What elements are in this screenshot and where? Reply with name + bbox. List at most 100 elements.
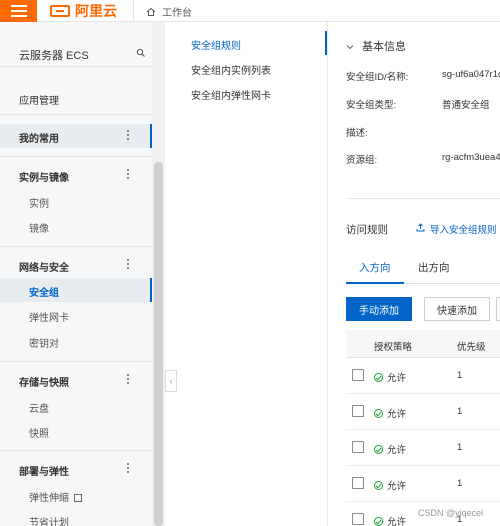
more-icon[interactable]	[126, 169, 130, 181]
menu-icon[interactable]	[0, 0, 37, 22]
active-tab-underline	[346, 282, 404, 284]
sidebar-item-label: 镜像	[29, 224, 49, 235]
import-rules-link[interactable]: 导入安全组规则	[416, 222, 497, 236]
sidebar-title: 云服务器 ECS	[19, 50, 89, 62]
check-circle-icon	[374, 516, 383, 526]
sidebar-item-label: 云盘	[29, 404, 49, 415]
aliyun-logo-mark-icon	[50, 5, 70, 17]
sidebar-group-favorites[interactable]: 我的常用	[0, 124, 152, 148]
subnav-item-instances[interactable]: 安全组内实例列表	[191, 62, 271, 77]
sidebar-item-security-groups[interactable]: 安全组	[0, 278, 152, 302]
sidebar-item-key-pairs[interactable]: 密钥对	[0, 329, 152, 353]
policy-cell: 允许	[374, 514, 406, 526]
sidebar-group-deployment-elasticity[interactable]: 部署与弹性	[0, 457, 152, 481]
sidebar-item-snapshots[interactable]: 快照	[0, 419, 152, 443]
policy-cell: 允许	[374, 478, 406, 492]
sidebar-item-eni[interactable]: 弹性网卡	[0, 303, 152, 327]
collapse-sidebar-button[interactable]: ‹	[165, 370, 177, 392]
column-header-policy: 授权策略	[374, 342, 413, 353]
policy-text: 允许	[387, 517, 407, 526]
more-icon[interactable]	[126, 259, 130, 271]
table-row[interactable]: 允许 1	[346, 430, 500, 466]
chevron-down-icon	[346, 42, 354, 50]
import-rules-label: 导入安全组规则	[430, 225, 497, 236]
row-checkbox[interactable]	[352, 477, 364, 489]
resource-group-label: 资源组:	[346, 155, 378, 166]
check-circle-icon	[374, 372, 383, 382]
subnav-item-rules[interactable]: 安全组规则	[191, 37, 241, 52]
priority-cell: 1	[457, 478, 463, 489]
sidebar-item-label: 存储与快照	[19, 378, 69, 389]
logo-text: 阿里云	[75, 3, 117, 19]
sidebar-group-network-security[interactable]: 网络与安全	[0, 253, 152, 277]
table-row[interactable]: 允许 1	[346, 394, 500, 430]
policy-cell: 允许	[374, 442, 406, 456]
check-circle-icon	[374, 480, 383, 490]
sidebar-item-label: 应用管理	[19, 96, 59, 107]
sidebar-divider	[0, 114, 152, 115]
resource-group-value[interactable]: rg-acfm3uea4	[442, 152, 500, 163]
manual-add-button[interactable]: 手动添加	[346, 297, 412, 321]
aliyun-logo[interactable]: 阿里云	[50, 3, 117, 19]
chevron-left-icon: ‹	[169, 376, 173, 386]
sidebar-item-label: 弹性网卡	[29, 313, 69, 324]
priority-cell: 1	[457, 406, 463, 417]
sg-id-value: sg-uf6a047r1c	[442, 69, 500, 80]
sidebar: 云服务器 ECS 应用管理 我的常用 实例与镜像 实例 镜像 网络与安全 安全组…	[0, 22, 165, 526]
basic-info-header[interactable]: 基本信息	[346, 38, 406, 54]
watermark: CSDN @yiqecel	[418, 508, 484, 518]
priority-cell: 1	[457, 370, 463, 381]
sidebar-item-label: 密钥对	[29, 339, 59, 350]
top-bar: 阿里云 工作台	[0, 0, 500, 22]
sidebar-item-savings-plan[interactable]: 节省计划	[0, 508, 152, 526]
sidebar-group-instances-images[interactable]: 实例与镜像	[0, 163, 152, 187]
check-circle-icon	[374, 408, 383, 418]
row-checkbox[interactable]	[352, 513, 364, 525]
policy-text: 允许	[387, 445, 407, 456]
sidebar-item-cloud-disks[interactable]: 云盘	[0, 394, 152, 418]
basic-info-heading: 基本信息	[362, 41, 406, 53]
sidebar-group-storage-snapshots[interactable]: 存储与快照	[0, 368, 152, 392]
access-rules-title: 访问规则	[346, 224, 388, 236]
home-icon	[146, 7, 156, 17]
policy-text: 允许	[387, 373, 407, 384]
policy-cell: 允许	[374, 406, 406, 420]
sidebar-divider	[0, 66, 152, 67]
more-icon[interactable]	[126, 463, 130, 475]
row-checkbox[interactable]	[352, 405, 364, 417]
sidebar-header: 云服务器 ECS	[0, 42, 152, 66]
tab-inbound[interactable]: 入方向	[359, 260, 391, 275]
row-checkbox[interactable]	[352, 369, 364, 381]
sidebar-item-label: 节省计划	[29, 518, 69, 526]
sidebar-divider	[0, 156, 152, 157]
subnav-active-indicator	[325, 31, 327, 55]
sidebar-item-images[interactable]: 镜像	[0, 214, 152, 238]
table-row[interactable]: 允许 1	[346, 466, 500, 502]
more-icon[interactable]	[126, 130, 130, 142]
sidebar-item-label: 快照	[29, 429, 49, 440]
sidebar-divider	[0, 450, 152, 451]
sidebar-item-app-management[interactable]: 应用管理	[0, 86, 152, 110]
column-header-priority[interactable]: 优先级	[457, 339, 486, 353]
main-panel: 基本信息 安全组ID/名称: sg-uf6a047r1c 安全组类型: 普通安全…	[330, 22, 500, 526]
more-actions-button[interactable]	[496, 297, 500, 321]
row-checkbox[interactable]	[352, 441, 364, 453]
topbar-divider	[133, 0, 134, 22]
sidebar-item-label: 弹性伸缩	[29, 489, 82, 504]
workbench-label: 工作台	[162, 8, 192, 19]
table-row[interactable]: 允许 1	[346, 358, 500, 394]
workbench-link[interactable]: 工作台	[146, 4, 192, 19]
search-icon[interactable]	[136, 48, 146, 58]
subnav-item-enis[interactable]: 安全组内弹性网卡	[191, 87, 271, 102]
sidebar-item-label: 部署与弹性	[19, 467, 69, 478]
policy-cell: 允许	[374, 370, 406, 384]
external-link-icon	[74, 494, 82, 502]
quick-add-button[interactable]: 快速添加	[424, 297, 490, 321]
import-icon	[416, 223, 425, 235]
rules-table-header: 授权策略 优先级	[346, 330, 500, 358]
tab-outbound[interactable]: 出方向	[418, 260, 450, 275]
sidebar-item-instances[interactable]: 实例	[0, 189, 152, 213]
sidebar-item-auto-scaling[interactable]: 弹性伸缩	[0, 483, 152, 507]
more-icon[interactable]	[126, 374, 130, 386]
sidebar-scrollbar-thumb[interactable]	[154, 162, 163, 526]
